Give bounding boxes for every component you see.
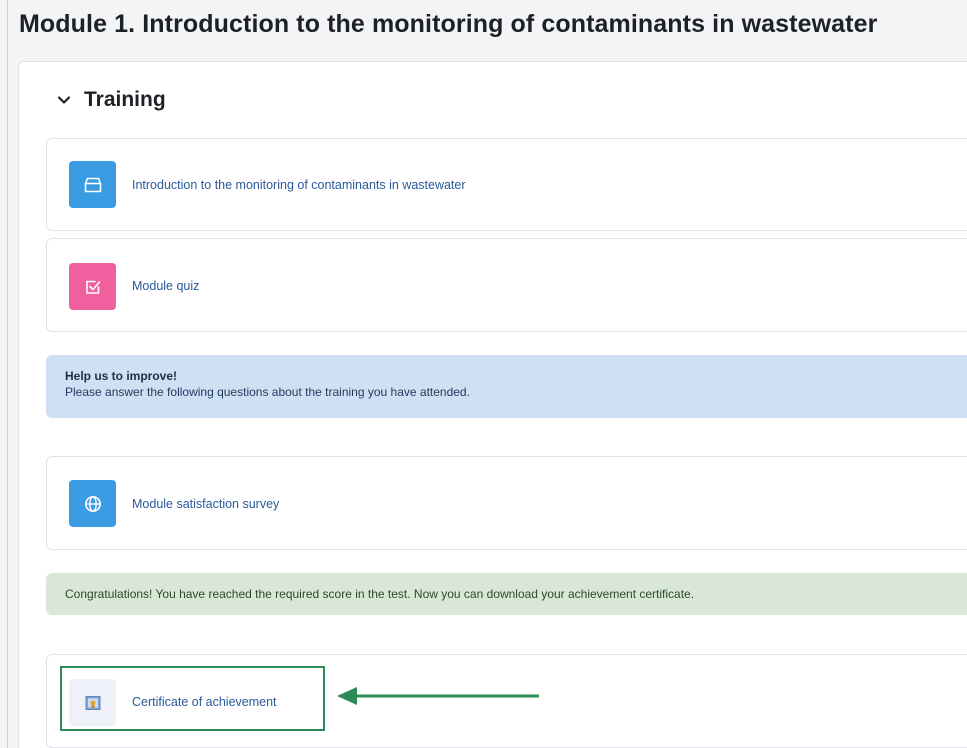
- activity-link-introduction[interactable]: Introduction to the monitoring of contam…: [132, 178, 466, 192]
- globe-icon: [69, 480, 116, 527]
- success-alert: Congratulations! You have reached the re…: [46, 573, 967, 615]
- activity-introduction-lesson: Introduction to the monitoring of contam…: [46, 138, 967, 231]
- page-title: Module 1. Introduction to the monitoring…: [19, 10, 878, 38]
- annotation-highlight-box: [60, 666, 325, 731]
- left-border: [7, 0, 8, 748]
- info-alert-text: Please answer the following questions ab…: [65, 385, 470, 399]
- page: Module 1. Introduction to the monitoring…: [0, 0, 967, 748]
- activity-module-quiz: Module quiz: [46, 238, 967, 332]
- chevron-down-icon[interactable]: [56, 92, 72, 108]
- activity-link-module-quiz[interactable]: Module quiz: [132, 279, 199, 293]
- success-alert-text: Congratulations! You have reached the re…: [65, 587, 695, 601]
- section-header-training[interactable]: Training: [56, 88, 166, 112]
- section-title: Training: [84, 88, 166, 111]
- checkbox-icon: [69, 263, 116, 310]
- info-alert: Help us to improve! Please answer the fo…: [46, 355, 967, 418]
- box-icon: [69, 161, 116, 208]
- info-alert-title: Help us to improve!: [65, 369, 178, 383]
- activity-link-satisfaction-survey[interactable]: Module satisfaction survey: [132, 497, 279, 511]
- activity-satisfaction-survey: Module satisfaction survey: [46, 456, 967, 550]
- annotation-arrow-left-icon: [337, 687, 539, 705]
